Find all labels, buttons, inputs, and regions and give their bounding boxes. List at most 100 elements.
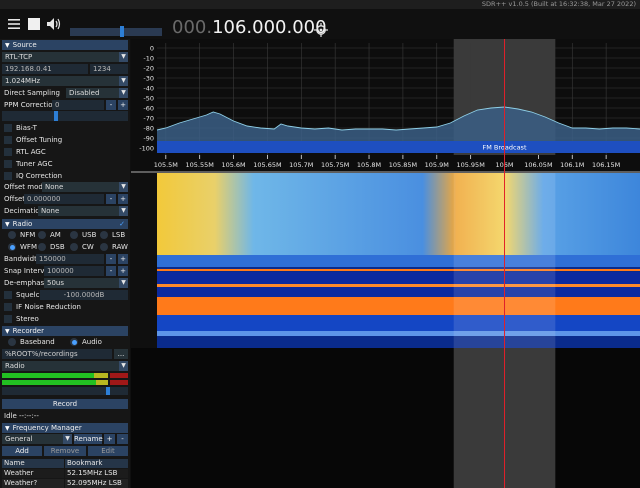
stop-button[interactable] [26, 16, 42, 32]
source-header[interactable]: ▼ Source [2, 40, 128, 50]
frequency-display[interactable]: 000.106.000.000 [172, 17, 327, 39]
rtl-agc-checkbox[interactable] [4, 148, 12, 156]
edit-bookmark-button[interactable]: Edit [88, 446, 128, 456]
mode-dsb-radio[interactable] [38, 243, 46, 251]
audio-label: Audio [82, 338, 102, 346]
remove-bookmark-button[interactable]: Remove [44, 446, 86, 456]
fft-plot[interactable]: 0-10-20-30-40-50-60-70-80-90-100 FM Broad… [131, 39, 640, 173]
frequency-digits-dim[interactable]: 000. [172, 17, 212, 38]
enabled-check-icon[interactable]: ✓ [119, 219, 125, 229]
recorder-volume-knob[interactable] [106, 387, 110, 395]
deemphasis-select[interactable]: 50us ▼ [44, 278, 128, 288]
baseband-radio[interactable] [8, 338, 16, 346]
squelch-checkbox[interactable] [4, 291, 12, 299]
frequency-digits[interactable]: 106.000.000 [212, 17, 327, 38]
mode-wfm-radio[interactable] [8, 243, 16, 251]
menu-icon[interactable] [6, 16, 22, 32]
recorder-header-label: Recorder [12, 327, 44, 335]
gain-slider[interactable] [2, 111, 128, 121]
mode-am-radio[interactable] [38, 231, 46, 239]
rename-list-button[interactable]: Rename [74, 434, 103, 444]
decimation-select[interactable]: None ▼ [38, 206, 128, 216]
if-noise-reduction-checkbox[interactable] [4, 303, 12, 311]
bookmark-list-select[interactable]: General ▼ [2, 434, 72, 444]
mode-wfm-label: WFM [20, 243, 37, 251]
bandwidth-increment-button[interactable]: + [118, 254, 128, 264]
waterfall[interactable] [157, 173, 640, 348]
recorder-stream-select[interactable]: Radio ▼ [2, 361, 128, 371]
offset-mode-value: None [45, 183, 64, 191]
table-row-name[interactable]: Weather? [2, 479, 64, 488]
chevron-down-icon: ▼ [119, 76, 128, 86]
waterfall-orange-stripe [157, 297, 640, 315]
volume-slider[interactable] [70, 28, 162, 36]
y-tick-label: -60 [143, 105, 154, 113]
ppm-input[interactable]: 0 [52, 100, 104, 110]
audio-radio[interactable] [70, 338, 78, 346]
iq-correction-checkbox[interactable] [4, 172, 12, 180]
offset-decrement-button[interactable]: - [106, 194, 116, 204]
collapse-arrow-icon: ▼ [5, 221, 10, 228]
x-tick-label: 105.6M [221, 161, 245, 169]
remove-list-button[interactable]: - [117, 434, 128, 444]
snap-interval-input[interactable]: 100000 [44, 266, 104, 276]
sample-rate-select[interactable]: 1.024MHz ▼ [2, 76, 128, 86]
bandwidth-input[interactable]: 150000 [36, 254, 104, 264]
y-tick-label: -10 [143, 55, 154, 63]
snap-increment-button[interactable]: + [118, 266, 128, 276]
recorder-volume-slider[interactable] [2, 387, 128, 395]
table-row-name[interactable]: Weather [2, 469, 64, 478]
offset-tuning-checkbox[interactable] [4, 136, 12, 144]
x-tick-label: 105.75M [321, 161, 349, 169]
gain-slider-knob[interactable] [54, 111, 59, 121]
waterfall-canvas[interactable] [157, 173, 640, 348]
ip-input[interactable]: 192.168.0.41 [2, 64, 88, 74]
collapse-arrow-icon: ▼ [5, 42, 10, 49]
volume-slider-knob[interactable] [120, 26, 124, 37]
bookmark-table: Name Bookmark Weather 52.15MHz LSB Weath… [2, 459, 128, 488]
waterfall-dark-band-3 [157, 315, 640, 331]
table-row-bookmark[interactable]: 52.15MHz LSB [65, 469, 128, 478]
table-row-bookmark[interactable]: 52.095MHz LSB [65, 479, 128, 488]
mode-lsb-radio[interactable] [100, 231, 108, 239]
snap-decrement-button[interactable]: - [106, 266, 116, 276]
squelch-slider[interactable]: -100.000dB [40, 290, 128, 300]
offset-input[interactable]: 0.000000 [24, 194, 104, 204]
source-select[interactable]: RTL-TCP ▼ [2, 52, 128, 62]
mode-raw-radio[interactable] [100, 243, 108, 251]
offset-increment-button[interactable]: + [118, 194, 128, 204]
volume-icon[interactable] [46, 16, 62, 32]
col-header-name[interactable]: Name [2, 459, 64, 468]
ppm-decrement-button[interactable]: - [106, 100, 116, 110]
mode-am-label: AM [50, 231, 61, 239]
mode-usb-radio[interactable] [70, 231, 78, 239]
recording-path-input[interactable]: %ROOT%/recordings [2, 349, 112, 359]
record-button[interactable]: Record [2, 399, 128, 409]
recorder-header[interactable]: ▼ Recorder [2, 326, 128, 336]
bandwidth-decrement-button[interactable]: - [106, 254, 116, 264]
ppm-increment-button[interactable]: + [118, 100, 128, 110]
port-input[interactable]: 1234 [90, 64, 128, 74]
offset-mode-select[interactable]: None ▼ [42, 182, 128, 192]
center-tuning-icon[interactable] [314, 23, 328, 39]
y-tick-label: -100 [139, 145, 154, 153]
radio-header-label: Radio [12, 220, 33, 228]
mode-nfm-radio[interactable] [8, 231, 16, 239]
mode-cw-radio[interactable] [70, 243, 78, 251]
fft-panel[interactable]: 0 -10 -20 -30 -40 -50 -60 -70 -80 -90 -100 FM Broad… [131, 39, 640, 173]
radio-header[interactable]: ▼ Radio ✓ [2, 219, 128, 229]
recorder-status: Idle --:--:-- [4, 412, 39, 420]
col-header-bookmark[interactable]: Bookmark [65, 459, 128, 468]
direct-sampling-select[interactable]: Disabled ▼ [66, 88, 128, 98]
add-list-button[interactable]: + [104, 434, 115, 444]
add-bookmark-button[interactable]: Add [2, 446, 42, 456]
browse-button[interactable]: ... [114, 349, 128, 359]
tuner-agc-checkbox[interactable] [4, 160, 12, 168]
waterfall-orange-line-1 [157, 269, 640, 271]
waterfall-dark-band-2 [157, 287, 640, 297]
bias-t-checkbox[interactable] [4, 124, 12, 132]
audio-level-meter [2, 373, 128, 385]
frequency-manager-header[interactable]: ▼ Frequency Manager [2, 423, 128, 433]
meter-right-red [110, 380, 128, 385]
stereo-checkbox[interactable] [4, 315, 12, 323]
